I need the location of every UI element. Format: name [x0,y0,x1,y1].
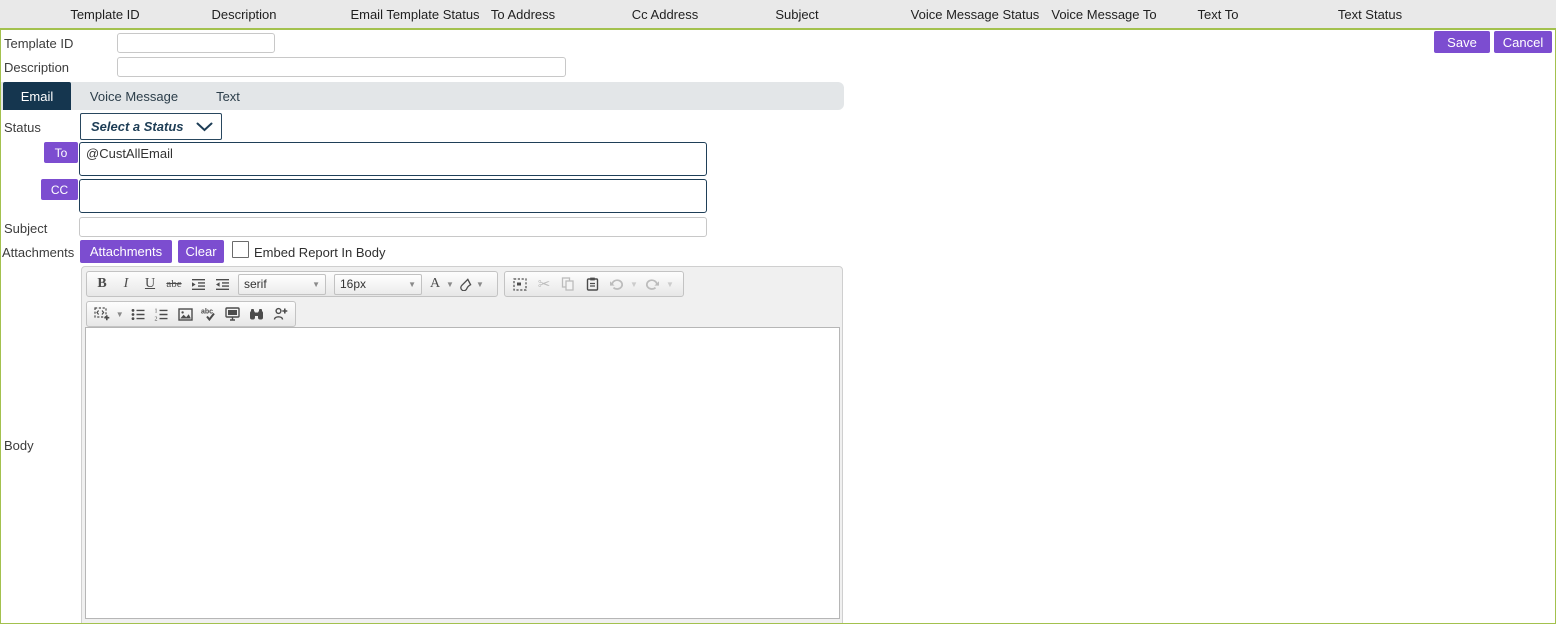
column-header-text-status[interactable]: Text Status [1338,7,1402,22]
undo-icon[interactable] [604,273,628,295]
clear-attachments-button[interactable]: Clear [178,240,224,263]
to-address-textarea[interactable]: @CustAllEmail [79,142,707,176]
font-size-select[interactable]: 16px ▼ [334,274,422,295]
editor-body-content-area[interactable] [85,327,840,619]
grid-column-header-row: Template ID Description Email Template S… [0,0,1556,28]
body-label: Body [4,438,34,453]
font-name-value: serif [244,277,267,291]
paste-icon[interactable] [580,273,604,295]
attachments-button[interactable]: Attachments [80,240,172,263]
redo-caret-icon[interactable]: ▼ [664,280,676,289]
undo-caret-icon[interactable]: ▼ [628,280,640,289]
tab-voice-message[interactable]: Voice Message [71,82,197,110]
numbered-list-icon[interactable]: 12 [149,303,173,325]
embed-report-checkbox[interactable] [232,241,249,258]
column-header-subject[interactable]: Subject [775,7,818,22]
cut-icon[interactable]: ✂ [532,273,556,295]
body-rich-text-editor: B I U abe serif ▼ 16px ▼ A ▼ ▼ [81,266,843,624]
copy-icon[interactable] [556,273,580,295]
redo-icon[interactable] [640,273,664,295]
highlight-color-icon[interactable] [456,273,474,295]
subject-label: Subject [4,221,47,236]
column-header-template-id[interactable]: Template ID [70,7,139,22]
cancel-button[interactable]: Cancel [1494,31,1552,53]
strikethrough-icon[interactable]: abe [162,273,186,295]
chevron-down-icon [196,122,213,132]
status-selected-value: Select a Status [91,119,184,134]
select-all-icon[interactable] [508,273,532,295]
insert-field-icon[interactable] [90,303,114,325]
column-header-voice-message-status[interactable]: Voice Message Status [911,7,1040,22]
column-header-email-template-status[interactable]: Email Template Status [350,7,479,22]
column-header-to-address[interactable]: To Address [491,7,555,22]
svg-text:1: 1 [155,308,158,314]
insert-image-icon[interactable] [173,303,197,325]
chevron-down-icon: ▼ [312,280,320,289]
font-color-caret-icon[interactable]: ▼ [444,280,456,289]
column-header-text-to[interactable]: Text To [1198,7,1239,22]
to-button[interactable]: To [44,142,78,163]
outdent-icon[interactable] [186,273,210,295]
indent-icon[interactable] [210,273,234,295]
status-label: Status [4,120,41,135]
tab-email[interactable]: Email [3,82,71,110]
attachments-label: Attachments [2,245,74,260]
italic-icon[interactable]: I [114,273,138,295]
editor-format-toolbar-group: B I U abe serif ▼ 16px ▼ A ▼ ▼ [86,271,498,297]
save-button[interactable]: Save [1434,31,1490,53]
bold-icon[interactable]: B [90,273,114,295]
preview-icon[interactable] [221,303,245,325]
template-id-input[interactable] [117,33,275,53]
email-template-form-page: Template ID Description Email Template S… [0,0,1556,624]
column-header-description[interactable]: Description [211,7,276,22]
font-color-icon[interactable]: A [426,273,444,295]
insert-field-caret-icon[interactable]: ▼ [114,310,126,319]
chevron-down-icon: ▼ [408,280,416,289]
embed-report-label: Embed Report In Body [254,245,386,260]
cc-address-textarea[interactable] [79,179,707,213]
column-header-cc-address[interactable]: Cc Address [632,7,698,22]
description-input[interactable] [117,57,566,77]
editor-insert-toolbar-group: ▼ 12 abc [86,301,296,327]
font-name-select[interactable]: serif ▼ [238,274,326,295]
cc-button[interactable]: CC [41,179,78,200]
template-id-label: Template ID [4,36,73,51]
spell-check-icon[interactable]: abc [197,303,221,325]
insert-link-icon[interactable] [268,303,292,325]
column-header-voice-message-to[interactable]: Voice Message To [1051,7,1156,22]
underline-icon[interactable]: U [138,273,162,295]
highlight-color-caret-icon[interactable]: ▼ [474,280,486,289]
tab-text[interactable]: Text [197,82,259,110]
editor-clipboard-toolbar-group: ✂ ▼ ▼ [504,271,684,297]
find-replace-icon[interactable] [244,303,268,325]
font-size-value: 16px [340,277,366,291]
svg-text:2: 2 [155,316,158,320]
svg-text:abc: abc [201,309,213,316]
bullet-list-icon[interactable] [126,303,150,325]
status-dropdown[interactable]: Select a Status [80,113,222,140]
channel-tabstrip: Email Voice Message Text [1,82,844,110]
description-label: Description [4,60,69,75]
subject-input[interactable] [79,217,707,237]
